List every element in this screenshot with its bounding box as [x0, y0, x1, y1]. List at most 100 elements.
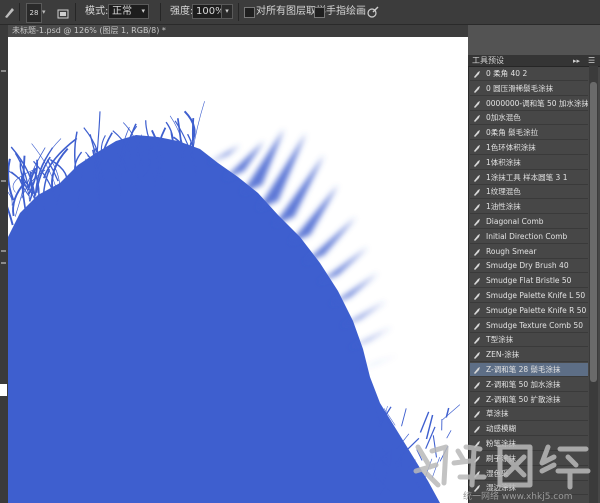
smudge-tool-icon: [474, 248, 480, 256]
collapse-icon[interactable]: ▸▸: [573, 56, 580, 66]
bristle-stroke: [401, 408, 407, 427]
preset-item[interactable]: 1体积涂抹: [470, 156, 588, 170]
preset-item[interactable]: Z-调和笔 28 鬃毛涂抹: [470, 363, 588, 377]
smudge-tool-icon: [474, 174, 480, 182]
preset-item[interactable]: 草涂抹: [470, 407, 588, 422]
preset-label: Initial Direction Comb: [486, 231, 568, 241]
preset-item[interactable]: Smudge Palette Knife L 50: [470, 289, 588, 303]
painted-strokes: [8, 101, 461, 503]
preset-item[interactable]: 0000000-调和笔 50 加水涂抹: [470, 97, 588, 111]
preset-label: Diagonal Comb: [486, 217, 544, 226]
preset-label: 1油性涂抹: [486, 202, 521, 212]
bristle-stroke: [419, 411, 430, 433]
preset-label: 0 柔角 40 2: [486, 69, 528, 78]
bristle-stroke: [183, 110, 196, 142]
preset-item[interactable]: ZEN-涂抹: [470, 348, 588, 363]
preset-item[interactable]: Rough Smear: [470, 245, 588, 259]
tool-strip-icon[interactable]: [1, 180, 6, 182]
bristle-stroke: [442, 404, 461, 420]
divider: [75, 3, 76, 21]
bristle-stroke: [148, 145, 151, 165]
preset-item[interactable]: Smudge Flat Bristle 50: [470, 274, 588, 289]
smudge-tool-icon: [474, 204, 480, 212]
smudge-tool-icon: [474, 219, 480, 226]
document-tab[interactable]: 未标题-1.psd @ 126% (图层 1, RGB/8) *: [8, 25, 166, 37]
panel-scrollbar-thumb[interactable]: [590, 82, 597, 382]
foreground-color-swatch[interactable]: [0, 384, 7, 396]
smudge-tool-icon: [474, 233, 480, 241]
finger-painting-checkbox[interactable]: [314, 7, 325, 18]
preset-item[interactable]: 动感模糊: [470, 422, 588, 437]
paint-blob: [8, 135, 440, 503]
preset-item[interactable]: T型涂抹: [470, 333, 588, 348]
preset-item[interactable]: 0柔角 鬃毛涂拉: [470, 126, 588, 141]
preset-label: Z-调和笔 50 扩散涂抹: [486, 394, 561, 404]
watermark-text: 统一网络 www.xhkj5.com: [463, 490, 573, 501]
panel-title[interactable]: 工具预设: [472, 55, 504, 66]
preset-item[interactable]: 1纹理混色: [470, 185, 588, 200]
preset-label: Smudge Palette Knife L 50: [486, 291, 586, 300]
smudge-tool-icon: [474, 381, 480, 389]
preset-label: ZEN-涂抹: [486, 350, 520, 360]
smudge-tool-icon: [474, 71, 480, 78]
smudge-tool-icon: [474, 145, 480, 152]
tool-strip-icon[interactable]: [1, 70, 6, 72]
preset-label: 动感模糊: [486, 424, 516, 434]
preset-label: Smudge Texture Comb 50: [486, 320, 583, 330]
preset-item[interactable]: Smudge Palette Knife R 50: [470, 304, 588, 318]
preset-label: Smudge Dry Brush 40: [486, 261, 569, 271]
preset-label: Z-调和笔 28 鬃毛涂抹: [486, 365, 561, 374]
panel-menu-icon[interactable]: ☰: [588, 56, 595, 66]
preset-item[interactable]: 1油性涂抹: [470, 200, 588, 215]
preset-label: Rough Smear: [486, 246, 537, 256]
preset-label: 1涂抹工具 样本圆笔 3 1: [486, 172, 568, 182]
strength-label: 强度:: [170, 6, 194, 17]
preset-item[interactable]: Smudge Texture Comb 50: [470, 319, 588, 333]
smudge-tool-icon: [474, 115, 480, 123]
preset-item[interactable]: Diagonal Comb: [470, 215, 588, 229]
preset-label: 0加水混色: [486, 113, 521, 123]
preset-label: T型涂抹: [486, 335, 514, 345]
smudge-tool-icon: [474, 278, 480, 286]
tool-strip-icon[interactable]: [1, 262, 6, 264]
strength-slider-toggle[interactable]: ▾: [221, 4, 233, 19]
preset-item[interactable]: 1涂抹工具 样本圆笔 3 1: [470, 171, 588, 185]
preset-label: 草涂抹: [486, 409, 509, 419]
smudge-streak: [208, 145, 240, 163]
document-canvas[interactable]: [8, 37, 468, 503]
preset-item[interactable]: 0 柔角 40 2: [470, 67, 588, 81]
strength-input[interactable]: 100%: [192, 4, 225, 19]
smudge-tool-icon: [474, 337, 480, 345]
preset-label: 0 圆压滑稀鬃毛涂抹: [486, 83, 554, 93]
preset-item[interactable]: 0加水混色: [470, 111, 588, 126]
smudge-tool-icon: [474, 426, 480, 434]
brush-panel-toggle-icon[interactable]: [57, 5, 69, 19]
preset-item[interactable]: Smudge Dry Brush 40: [470, 259, 588, 274]
smudge-streak: [330, 273, 378, 305]
brush-preset-picker[interactable]: 28: [26, 3, 42, 23]
watermark-glyphs: [413, 444, 591, 490]
mode-select[interactable]: 正常 ▾: [108, 4, 149, 19]
preset-label: 1色环体积涂抹: [486, 143, 536, 152]
smudge-tool-icon: [474, 307, 480, 315]
preset-label: 1体积涂抹: [486, 157, 521, 167]
mode-value: 正常: [112, 6, 132, 17]
chevron-down-icon[interactable]: ▾: [42, 8, 46, 16]
preset-label: 0000000-调和笔 50 加水涂抹: [486, 98, 588, 108]
sample-all-layers-checkbox[interactable]: [244, 7, 255, 18]
preset-item[interactable]: Initial Direction Comb: [470, 230, 588, 244]
preset-label: Z-调和笔 50 加水涂抹: [486, 379, 561, 389]
chevron-down-icon: ▾: [141, 7, 145, 15]
smudge-tool-icon: [474, 159, 480, 167]
preset-label: 0柔角 鬃毛涂拉: [486, 128, 539, 138]
preset-item[interactable]: 0 圆压滑稀鬃毛涂抹: [470, 82, 588, 96]
preset-item[interactable]: Z-调和笔 50 加水涂抹: [470, 378, 588, 392]
preset-item[interactable]: 1色环体积涂抹: [470, 141, 588, 155]
preset-item[interactable]: Z-调和笔 50 扩散涂抹: [470, 393, 588, 407]
smudge-tool-icon: [474, 263, 480, 271]
pressure-pen-icon[interactable]: [366, 4, 380, 18]
smudge-tool-icon: [474, 367, 480, 374]
smudge-tool-icon: [474, 396, 480, 404]
tool-strip-icon[interactable]: [1, 250, 6, 252]
tool-icon[interactable]: [2, 4, 16, 18]
